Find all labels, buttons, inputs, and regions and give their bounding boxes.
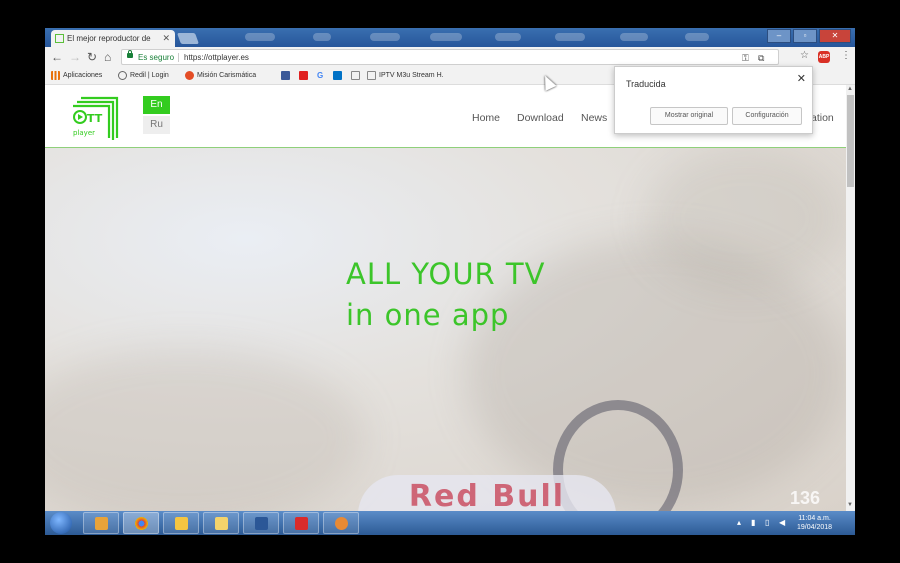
nav-home[interactable]: Home — [472, 112, 500, 124]
close-window-button[interactable]: ✕ — [819, 29, 851, 43]
scroll-down-icon[interactable]: ▼ — [847, 502, 853, 508]
lock-icon — [127, 50, 133, 58]
folder-icon — [215, 517, 228, 530]
redbull-helmet-graphic: Red Bull — [358, 475, 616, 511]
clock-date: 19/04/2018 — [797, 524, 833, 531]
svg-text:TT: TT — [87, 112, 103, 125]
app-icon — [335, 517, 348, 530]
facebook-icon — [281, 71, 290, 80]
web-page: TT player En Ru Home Download News ation… — [45, 85, 846, 511]
window-controls: – ▫ ✕ — [767, 29, 851, 43]
translate-popup: Traducida ✕ Mostrar original Configuraci… — [614, 66, 813, 134]
url-text[interactable]: https://ottplayer.es — [184, 50, 249, 66]
outlook-icon — [333, 71, 342, 80]
hero-headline: ALL YOUR TV — [346, 257, 546, 291]
address-bar[interactable]: Es seguro https://ottplayer.es ⚿ ⧉ — [121, 49, 779, 65]
clock-time: 11:04 a.m. — [798, 515, 831, 522]
hero-banner: ALL YOUR TV in one app Red Bull 136 — [45, 148, 846, 511]
bookmark-apps[interactable]: Aplicaciones — [51, 71, 102, 80]
translate-icon[interactable]: ⧉ — [758, 50, 764, 66]
nav-download[interactable]: Download — [517, 112, 564, 124]
menu-icon[interactable]: ⋮ — [841, 50, 851, 61]
apps-grid-icon — [51, 71, 60, 80]
lang-ru-button[interactable]: Ru — [143, 116, 170, 134]
bookmark-page[interactable] — [351, 71, 360, 80]
bookmark-outlook[interactable] — [333, 71, 342, 80]
scroll-up-icon[interactable]: ▲ — [847, 86, 853, 92]
svg-text:player: player — [73, 129, 95, 137]
scroll-thumb[interactable] — [847, 95, 854, 187]
star-icon[interactable]: ☆ — [800, 50, 809, 61]
nav-news[interactable]: News — [581, 112, 607, 124]
iptv-icon — [295, 517, 308, 530]
home-icon[interactable]: ⌂ — [104, 50, 111, 64]
page-icon — [367, 71, 376, 80]
taskbar-iptv[interactable] — [283, 512, 319, 534]
close-icon[interactable]: ✕ — [797, 72, 806, 85]
bookmark-google[interactable]: G — [317, 71, 323, 80]
hero-subheadline: in one app — [346, 298, 510, 332]
screen: El mejor reproductor de ✕ – ▫ ✕ ← → ↻ ⌂ … — [45, 28, 855, 535]
bookmark-redil[interactable]: Redil | Login — [118, 71, 169, 80]
bookmark-facebook[interactable] — [281, 71, 290, 80]
tab-close-icon[interactable]: ✕ — [162, 30, 170, 47]
show-original-button[interactable]: Mostrar original — [650, 107, 728, 125]
browser-toolbar: ← → ↻ ⌂ Es seguro https://ottplayer.es ⚿… — [45, 47, 855, 68]
ott-player-logo[interactable]: TT player — [71, 92, 121, 142]
page-icon — [351, 71, 360, 80]
secure-label: Es seguro — [138, 53, 175, 62]
taskbar-app[interactable] — [323, 512, 359, 534]
lang-en-button[interactable]: En — [143, 96, 170, 114]
red-logo-icon — [299, 71, 308, 80]
tab-title: El mejor reproductor de — [67, 34, 151, 43]
media-player-icon — [95, 517, 108, 530]
taskbar-explorer[interactable] — [163, 512, 199, 534]
video-counter: 136 — [790, 488, 821, 508]
back-icon[interactable]: ← — [51, 50, 63, 64]
chrome-icon — [135, 517, 148, 530]
bookmark-iptv[interactable]: IPTV M3u Stream H. — [367, 71, 444, 80]
settings-button[interactable]: Configuración — [732, 107, 802, 125]
browser-tab[interactable]: El mejor reproductor de ✕ — [51, 30, 175, 47]
tray-arrow-icon[interactable]: ▴ — [737, 518, 741, 527]
joomla-icon — [185, 71, 194, 80]
taskbar-clock[interactable]: 11:04 a.m. 19/04/2018 — [797, 514, 832, 532]
nav-installation[interactable]: ation — [811, 112, 834, 124]
taskbar-word[interactable] — [243, 512, 279, 534]
bookmark-mision[interactable]: Misión Carismática — [185, 71, 256, 80]
minimize-button[interactable]: – — [767, 29, 791, 43]
network-icon[interactable]: ▮ — [751, 518, 755, 527]
taskbar-media-player[interactable] — [83, 512, 119, 534]
taskbar-chrome[interactable] — [123, 512, 159, 534]
taskbar-folder[interactable] — [203, 512, 239, 534]
adblock-icon[interactable]: ABP — [818, 51, 830, 63]
volume-icon[interactable]: ◀ — [779, 518, 785, 527]
key-icon[interactable]: ⚿ — [742, 50, 749, 66]
reload-icon[interactable]: ↻ — [87, 50, 97, 64]
forward-icon[interactable]: → — [69, 50, 81, 64]
explorer-icon — [175, 517, 188, 530]
new-tab-button[interactable] — [176, 33, 200, 44]
page-scrollbar[interactable]: ▲ ▼ — [846, 85, 855, 511]
maximize-button[interactable]: ▫ — [793, 29, 817, 43]
windows-taskbar: ▴ ▮ ▯ ◀ 11:04 a.m. 19/04/2018 — [45, 511, 855, 535]
popup-title: Traducida — [626, 79, 666, 89]
world-icon — [118, 71, 127, 80]
start-button[interactable] — [50, 512, 72, 534]
word-icon — [255, 517, 268, 530]
browser-titlebar: El mejor reproductor de ✕ – ▫ ✕ — [45, 28, 855, 47]
bookmark-red[interactable] — [299, 71, 308, 80]
battery-icon[interactable]: ▯ — [765, 518, 769, 527]
google-icon: G — [317, 71, 324, 80]
ott-favicon — [55, 34, 64, 43]
